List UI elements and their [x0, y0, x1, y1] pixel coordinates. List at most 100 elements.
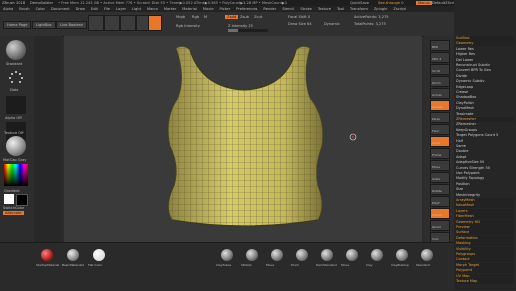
menu-render[interactable]: Render	[263, 7, 276, 11]
palette-section-header[interactable]: FiberMesh	[456, 214, 514, 220]
dynamic-button[interactable]: Dynamic	[324, 22, 340, 26]
stroke-dots-icon[interactable]	[8, 70, 24, 86]
palette-item[interactable]: Reconstruct Subdiv	[456, 63, 514, 68]
main-color-swatch[interactable]	[4, 194, 14, 204]
quicksave-button[interactable]: QuickSave	[350, 1, 369, 5]
palette-item[interactable]: Half	[456, 139, 514, 144]
menus-button[interactable]: Menus	[416, 1, 432, 5]
menu-edit[interactable]: Edit	[91, 7, 98, 11]
shelf-button-floor[interactable]: Floor	[430, 124, 450, 135]
rotate-mode-button[interactable]	[148, 15, 162, 31]
see-through-slider[interactable]: See-through 0	[378, 1, 404, 5]
menu-draw[interactable]: Draw	[76, 7, 85, 11]
menu-color[interactable]: Color	[36, 7, 45, 11]
menu-transform[interactable]: Transform	[350, 7, 368, 11]
brush-slot[interactable]: Clay	[366, 247, 388, 285]
menu-preferences[interactable]: Preferences	[236, 7, 257, 11]
focal-shift-slider[interactable]: Focal Shift 0	[288, 15, 310, 19]
palette-item[interactable]: KeepGroups	[456, 128, 514, 133]
menu-zscript[interactable]: Zscript	[393, 7, 405, 11]
shelf-button-persp[interactable]: Persp	[430, 112, 450, 123]
palette-section-header[interactable]: Polygroups	[456, 252, 514, 257]
palette-section-header[interactable]: Layers	[456, 208, 514, 214]
menu-movie[interactable]: Movie	[203, 7, 214, 11]
draw-size-slider[interactable]: Draw Size 64	[288, 22, 312, 26]
alpha-thumbnail[interactable]	[6, 96, 26, 114]
secondary-color-swatch[interactable]	[16, 194, 28, 206]
edit-mode-button[interactable]	[88, 15, 104, 31]
brush-slot[interactable]: Move	[266, 247, 288, 285]
palette-section-header[interactable]: Morph Target	[456, 262, 514, 268]
shelf-button-scroll[interactable]: Scroll	[430, 64, 450, 75]
menu-stroke[interactable]: Stroke	[300, 7, 311, 11]
palette-section-header[interactable]: Texture Map	[456, 279, 514, 284]
palette-item[interactable]: Modify Topology	[456, 176, 514, 181]
menu-file[interactable]: File	[104, 7, 110, 11]
menu-tool[interactable]: Tool	[337, 7, 344, 11]
palette-section-header[interactable]: Preview	[456, 225, 514, 230]
menu-picker[interactable]: Picker	[220, 7, 231, 11]
shelf-button-ghost[interactable]: Ghost	[430, 220, 450, 231]
shelf-button-move[interactable]: Move	[430, 160, 450, 171]
palette-section-header[interactable]: Contact	[456, 257, 514, 263]
palette-section-header[interactable]: Masking	[456, 241, 514, 247]
zsub-button[interactable]: Zsub	[240, 15, 249, 19]
menu-layer[interactable]: Layer	[116, 7, 126, 11]
palette-section-header[interactable]: Geometry	[456, 41, 514, 47]
palette-item[interactable]: Position	[456, 182, 514, 187]
palette-section-header[interactable]: NanoMesh	[456, 203, 514, 209]
home-page-button[interactable]: Home Page	[3, 21, 32, 29]
palette-item[interactable]: Target Polygons Count 5	[456, 133, 514, 138]
menu-texture[interactable]: Texture	[318, 7, 331, 11]
switch-color-button[interactable]: SwitchColor	[3, 206, 24, 210]
brush-slot[interactable]: ClayBuildup	[391, 247, 413, 285]
shelf-button-aahalf[interactable]: AAHalf	[430, 100, 450, 111]
palette-item[interactable]: Convert BPR To Geo	[456, 68, 514, 73]
zcut-button[interactable]: Zcut	[254, 15, 262, 19]
palette-section-header[interactable]: Visibility	[456, 246, 514, 252]
menu-stencil[interactable]: Stencil	[282, 7, 294, 11]
brush-slot[interactable]: hPolish	[241, 247, 263, 285]
mrgb-button[interactable]: Mrgb	[176, 15, 185, 19]
palette-section-header[interactable]: ZRemesher	[456, 117, 514, 122]
palette-item[interactable]: DynaMesh	[456, 106, 514, 111]
shelf-button-bpr[interactable]: BPR	[430, 40, 450, 51]
canvas-viewport[interactable]	[64, 36, 422, 242]
palette-item[interactable]: Double	[456, 149, 514, 154]
shelf-button-transp[interactable]: Transp	[430, 208, 450, 219]
palette-item[interactable]: ShadowBox	[456, 95, 514, 100]
palette-item[interactable]: MeshIntegrity	[456, 193, 514, 198]
palette-item[interactable]: Size	[456, 187, 514, 192]
palette-item[interactable]: ZRemesher	[456, 122, 514, 127]
palette-item[interactable]: ClayPolish	[456, 101, 514, 106]
brush-icon[interactable]	[6, 40, 26, 60]
menu-light[interactable]: Light	[132, 7, 141, 11]
palette-item[interactable]: EdgeLoop	[456, 85, 514, 90]
palette-item[interactable]: Lower Res	[456, 47, 514, 52]
shelf-button-scale[interactable]: Scale	[430, 172, 450, 183]
rgb-intensity-slider[interactable]: Rgb Intensity	[176, 24, 200, 28]
palette-section-header[interactable]: Deformation	[456, 235, 514, 241]
menu-alpha[interactable]: Alpha	[3, 7, 13, 11]
menu-macro[interactable]: Macro	[147, 7, 158, 11]
material-slot[interactable]: Flat Color	[88, 247, 110, 285]
palette-item[interactable]: Dynamic Subdiv	[456, 79, 514, 84]
z-intensity-slider[interactable]: Z Intensity 25	[228, 24, 253, 28]
brush-slot[interactable]: Move	[341, 247, 363, 285]
rgb-button[interactable]: Rgb	[192, 15, 199, 19]
shelf-button-spix-3[interactable]: SPix 3	[430, 52, 450, 63]
move-mode-button[interactable]	[120, 15, 136, 31]
menu-brush[interactable]: Brush	[19, 7, 29, 11]
brush-slot[interactable]: Pinch	[291, 247, 313, 285]
m-button[interactable]: M	[204, 15, 207, 19]
menu-marker[interactable]: Marker	[164, 7, 176, 11]
palette-item[interactable]: Adapt	[456, 155, 514, 160]
palette-item[interactable]: Curves Strength 50	[456, 166, 514, 171]
palette-item[interactable]: Higher Res	[456, 52, 514, 57]
live-boolean-button[interactable]: Live Boolean	[56, 21, 88, 29]
z-intensity-track[interactable]	[228, 29, 268, 32]
palette-section-header[interactable]: SubTool	[456, 36, 514, 41]
brush-slot[interactable]: Standard	[416, 247, 438, 285]
brush-slot[interactable]: DamStandard	[316, 247, 338, 285]
menu-material[interactable]: Material	[182, 7, 197, 11]
